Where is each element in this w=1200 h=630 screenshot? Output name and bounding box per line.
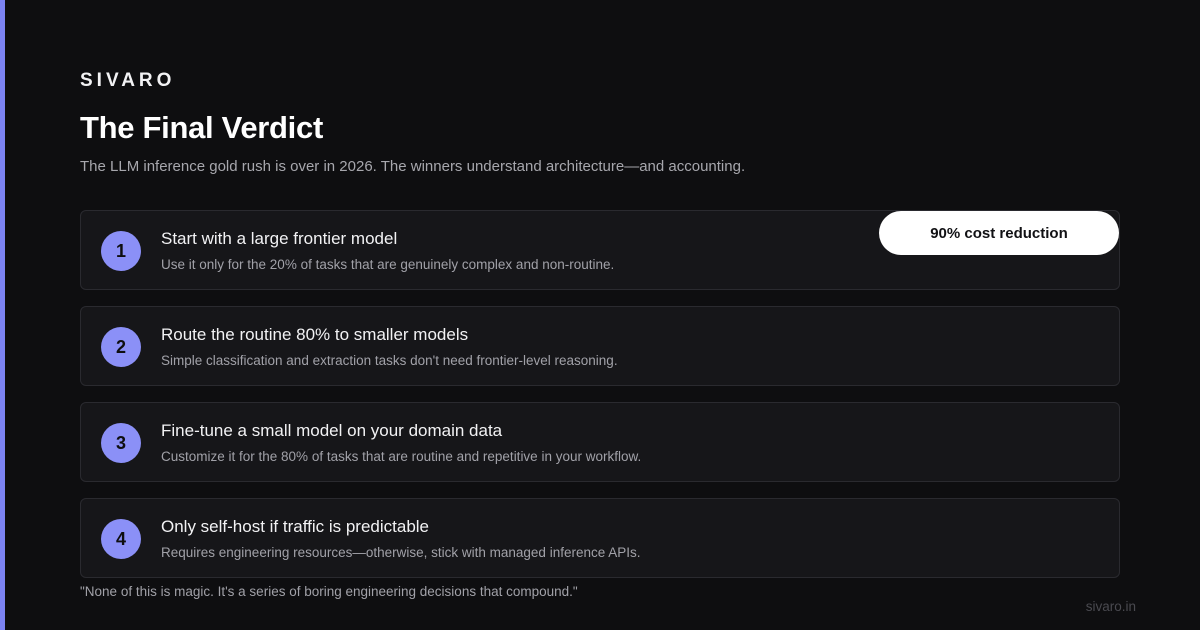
step-title: Fine-tune a small model on your domain d… bbox=[161, 421, 503, 440]
closing-quote: "None of this is magic. It's a series of… bbox=[80, 584, 578, 599]
page-title: The Final Verdict bbox=[80, 110, 323, 145]
step-card-2: 2 Route the routine 80% to smaller model… bbox=[80, 306, 1120, 386]
step-card-3: 3 Fine-tune a small model on your domain… bbox=[80, 402, 1120, 482]
accent-bar bbox=[0, 0, 5, 630]
step-number-badge: 3 bbox=[101, 423, 141, 463]
step-title: Start with a large frontier model bbox=[161, 229, 398, 248]
step-card-1: 1 Start with a large frontier model Use … bbox=[80, 210, 1120, 290]
step-title: Route the routine 80% to smaller models bbox=[161, 325, 469, 344]
cost-reduction-badge: 90% cost reduction bbox=[879, 211, 1119, 255]
steps-list: 1 Start with a large frontier model Use … bbox=[80, 210, 1120, 594]
step-description: Use it only for the 20% of tasks that ar… bbox=[161, 257, 615, 272]
step-number-badge: 1 bbox=[101, 231, 141, 271]
step-description: Customize it for the 80% of tasks that a… bbox=[161, 449, 642, 464]
step-number-badge: 4 bbox=[101, 519, 141, 559]
page-subtitle: The LLM inference gold rush is over in 2… bbox=[80, 158, 746, 175]
brand-logo: SIVARO bbox=[80, 70, 176, 91]
footer-domain: sivaro.in bbox=[1085, 599, 1136, 614]
step-number-badge: 2 bbox=[101, 327, 141, 367]
step-description: Simple classification and extraction tas… bbox=[161, 353, 618, 368]
step-description: Requires engineering resources—otherwise… bbox=[161, 545, 641, 560]
step-card-4: 4 Only self-host if traffic is predictab… bbox=[80, 498, 1120, 578]
step-title: Only self-host if traffic is predictable bbox=[161, 517, 430, 536]
